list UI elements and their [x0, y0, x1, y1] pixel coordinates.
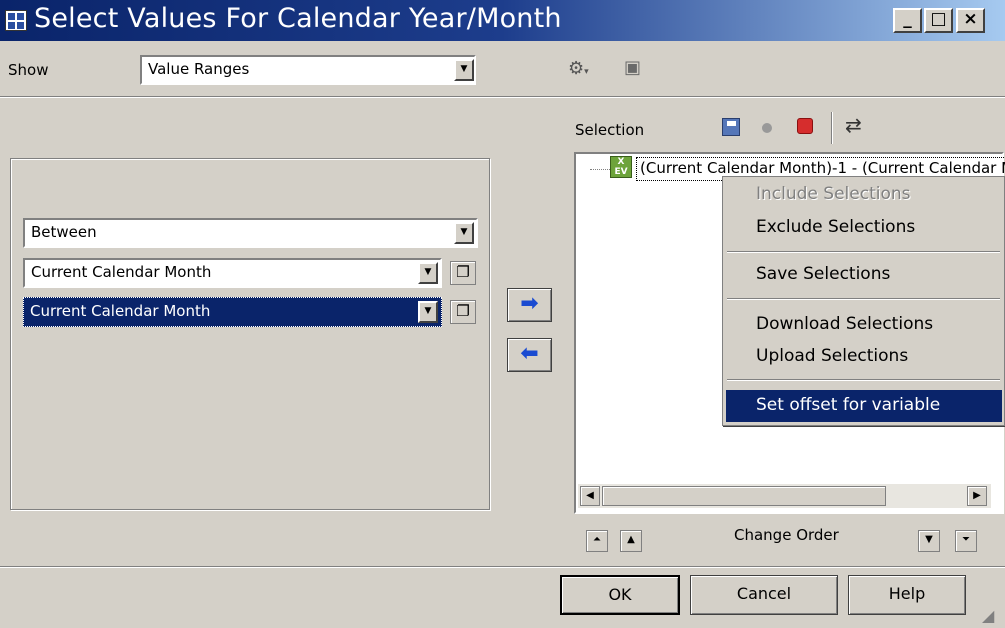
selection-label: Selection — [575, 121, 645, 139]
menu-item-include-selections[interactable]: Include Selections — [723, 179, 1004, 209]
menu-separator — [727, 298, 1000, 300]
range-from-copy-icon[interactable]: ❐ — [450, 261, 476, 285]
app-icon — [5, 10, 27, 31]
selection-item-label: (Current Calendar Month)-1 - (Current Ca… — [640, 159, 1005, 177]
close-button[interactable]: × — [956, 8, 985, 33]
menu-item-download-selections[interactable]: Download Selections — [723, 309, 1004, 339]
maximize-button[interactable]: □ — [924, 8, 953, 33]
remove-from-selection-button[interactable]: ⬅ — [507, 338, 552, 372]
scroll-left-icon[interactable]: ◀ — [580, 486, 600, 506]
toolbar-separator — [831, 112, 833, 144]
move-to-bottom-icon[interactable]: ⏷ — [955, 530, 977, 552]
move-up-icon[interactable]: ▲ — [620, 530, 642, 552]
menu-separator — [727, 379, 1000, 381]
range-panel — [10, 158, 490, 510]
change-order-label: Change Order — [734, 526, 839, 544]
cancel-button[interactable]: Cancel — [690, 575, 838, 615]
variable-icon: X EV — [610, 156, 632, 178]
show-select[interactable]: Value Ranges — [140, 55, 476, 85]
swap-icon[interactable]: ⇄ — [845, 112, 869, 140]
menu-separator — [727, 251, 1000, 253]
operator-chevron-down-icon[interactable]: ▼ — [454, 222, 474, 244]
divider — [0, 96, 1005, 98]
minimize-button[interactable]: _ — [893, 8, 922, 33]
settings-dialog-icon[interactable]: ▣ — [624, 57, 648, 81]
show-select-chevron-down-icon[interactable]: ▼ — [454, 59, 474, 81]
add-to-selection-button[interactable]: ➡ — [507, 288, 552, 322]
range-from-chevron-down-icon[interactable]: ▼ — [418, 262, 438, 284]
stop-icon[interactable] — [797, 118, 813, 134]
operator-select[interactable]: Between — [23, 218, 478, 248]
menu-item-upload-selections[interactable]: Upload Selections — [723, 341, 1004, 371]
menu-item-exclude-selections[interactable]: Exclude Selections — [723, 212, 1004, 242]
show-label: Show — [8, 61, 49, 79]
show-select-value: Value Ranges — [148, 60, 250, 78]
menu-item-save-selections[interactable]: Save Selections — [723, 259, 1004, 289]
range-to-select[interactable]: Current Calendar Month — [23, 297, 442, 327]
range-to-copy-icon[interactable]: ❐ — [450, 300, 476, 324]
wrench-icon[interactable]: ⚙▾ — [568, 58, 600, 80]
save-icon[interactable] — [722, 118, 740, 136]
move-to-top-icon[interactable]: ⏶ — [586, 530, 608, 552]
range-to-chevron-down-icon[interactable]: ▼ — [418, 301, 438, 323]
gray-dot-icon[interactable] — [762, 123, 772, 133]
range-from-value: Current Calendar Month — [31, 263, 212, 281]
operator-value: Between — [31, 223, 97, 241]
context-menu: Include Selections Exclude Selections Sa… — [722, 176, 1005, 426]
move-down-icon[interactable]: ▼ — [918, 530, 940, 552]
divider — [0, 566, 1005, 568]
help-button[interactable]: Help — [848, 575, 966, 615]
scroll-thumb[interactable] — [602, 486, 886, 506]
window-title: Select Values For Calendar Year/Month — [34, 3, 562, 34]
menu-item-set-offset[interactable]: Set offset for variable — [726, 390, 1002, 422]
range-to-value: Current Calendar Month — [30, 302, 211, 320]
scroll-right-icon[interactable]: ▶ — [967, 486, 987, 506]
resize-grip-icon[interactable]: ◢ — [982, 606, 1002, 626]
tree-connector — [590, 169, 610, 170]
ok-button[interactable]: OK — [560, 575, 680, 615]
range-from-select[interactable]: Current Calendar Month — [23, 258, 442, 288]
